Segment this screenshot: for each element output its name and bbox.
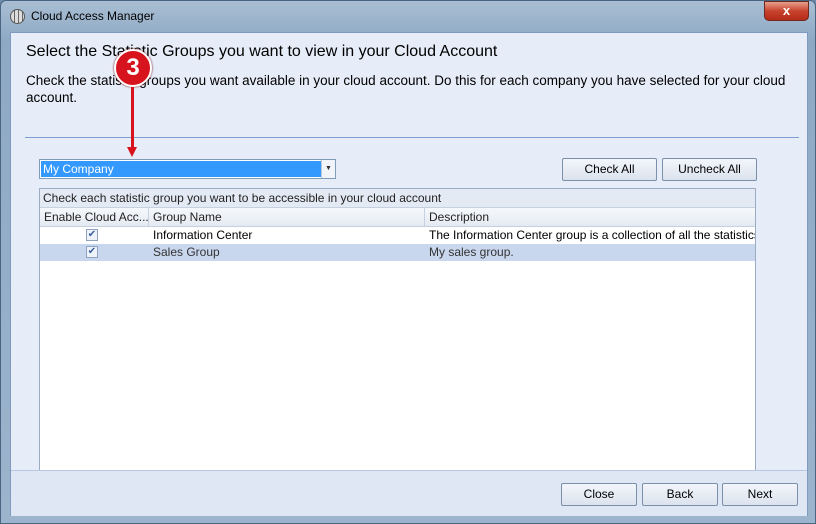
table-row[interactable]: ✔ Sales Group My sales group. — [40, 244, 755, 261]
enable-cell: ✔ — [40, 244, 149, 261]
enable-cell: ✔ — [40, 227, 149, 244]
group-name-cell: Sales Group — [153, 245, 220, 259]
window-close-button[interactable]: x — [764, 1, 809, 21]
column-header-description[interactable]: Description — [425, 208, 755, 226]
next-button[interactable]: Next — [722, 483, 798, 506]
column-header-group-name[interactable]: Group Name — [149, 208, 425, 226]
enable-checkbox[interactable]: ✔ — [86, 229, 98, 241]
uncheck-all-button[interactable]: Uncheck All — [662, 158, 757, 181]
grid-header: Enable Cloud Acc... Group Name Descripti… — [40, 208, 755, 227]
enable-checkbox[interactable]: ✔ — [86, 246, 98, 258]
check-all-button[interactable]: Check All — [562, 158, 657, 181]
divider — [25, 137, 799, 138]
arrow-head-icon — [127, 147, 137, 157]
button-bar: Close Back Next — [11, 470, 807, 516]
dialog-body: Select the Statistic Groups you want to … — [10, 32, 808, 516]
company-select[interactable]: My Company ▼ — [39, 159, 336, 179]
column-header-enable[interactable]: Enable Cloud Acc... — [40, 208, 149, 226]
chevron-down-icon[interactable]: ▼ — [321, 160, 335, 178]
annotation-arrow — [131, 87, 134, 149]
company-select-value: My Company — [41, 161, 321, 177]
window-title: Cloud Access Manager — [31, 9, 155, 23]
page-title: Select the Statistic Groups you want to … — [26, 43, 498, 60]
close-button[interactable]: Close — [561, 483, 637, 506]
grid-caption: Check each statistic group you want to b… — [40, 189, 755, 208]
statistic-groups-grid: Check each statistic group you want to b… — [39, 188, 756, 471]
step-marker: 3 — [114, 49, 152, 87]
description-cell: My sales group. — [429, 245, 514, 259]
table-row[interactable]: ✔ Information Center The Information Cen… — [40, 227, 755, 244]
window-frame: Cloud Access Manager x Select the Statis… — [0, 0, 816, 524]
description-cell: The Information Center group is a collec… — [429, 228, 755, 242]
group-name-cell: Information Center — [153, 228, 253, 242]
globe-icon — [10, 9, 25, 24]
back-button[interactable]: Back — [642, 483, 718, 506]
title-bar: Cloud Access Manager x — [1, 1, 816, 31]
